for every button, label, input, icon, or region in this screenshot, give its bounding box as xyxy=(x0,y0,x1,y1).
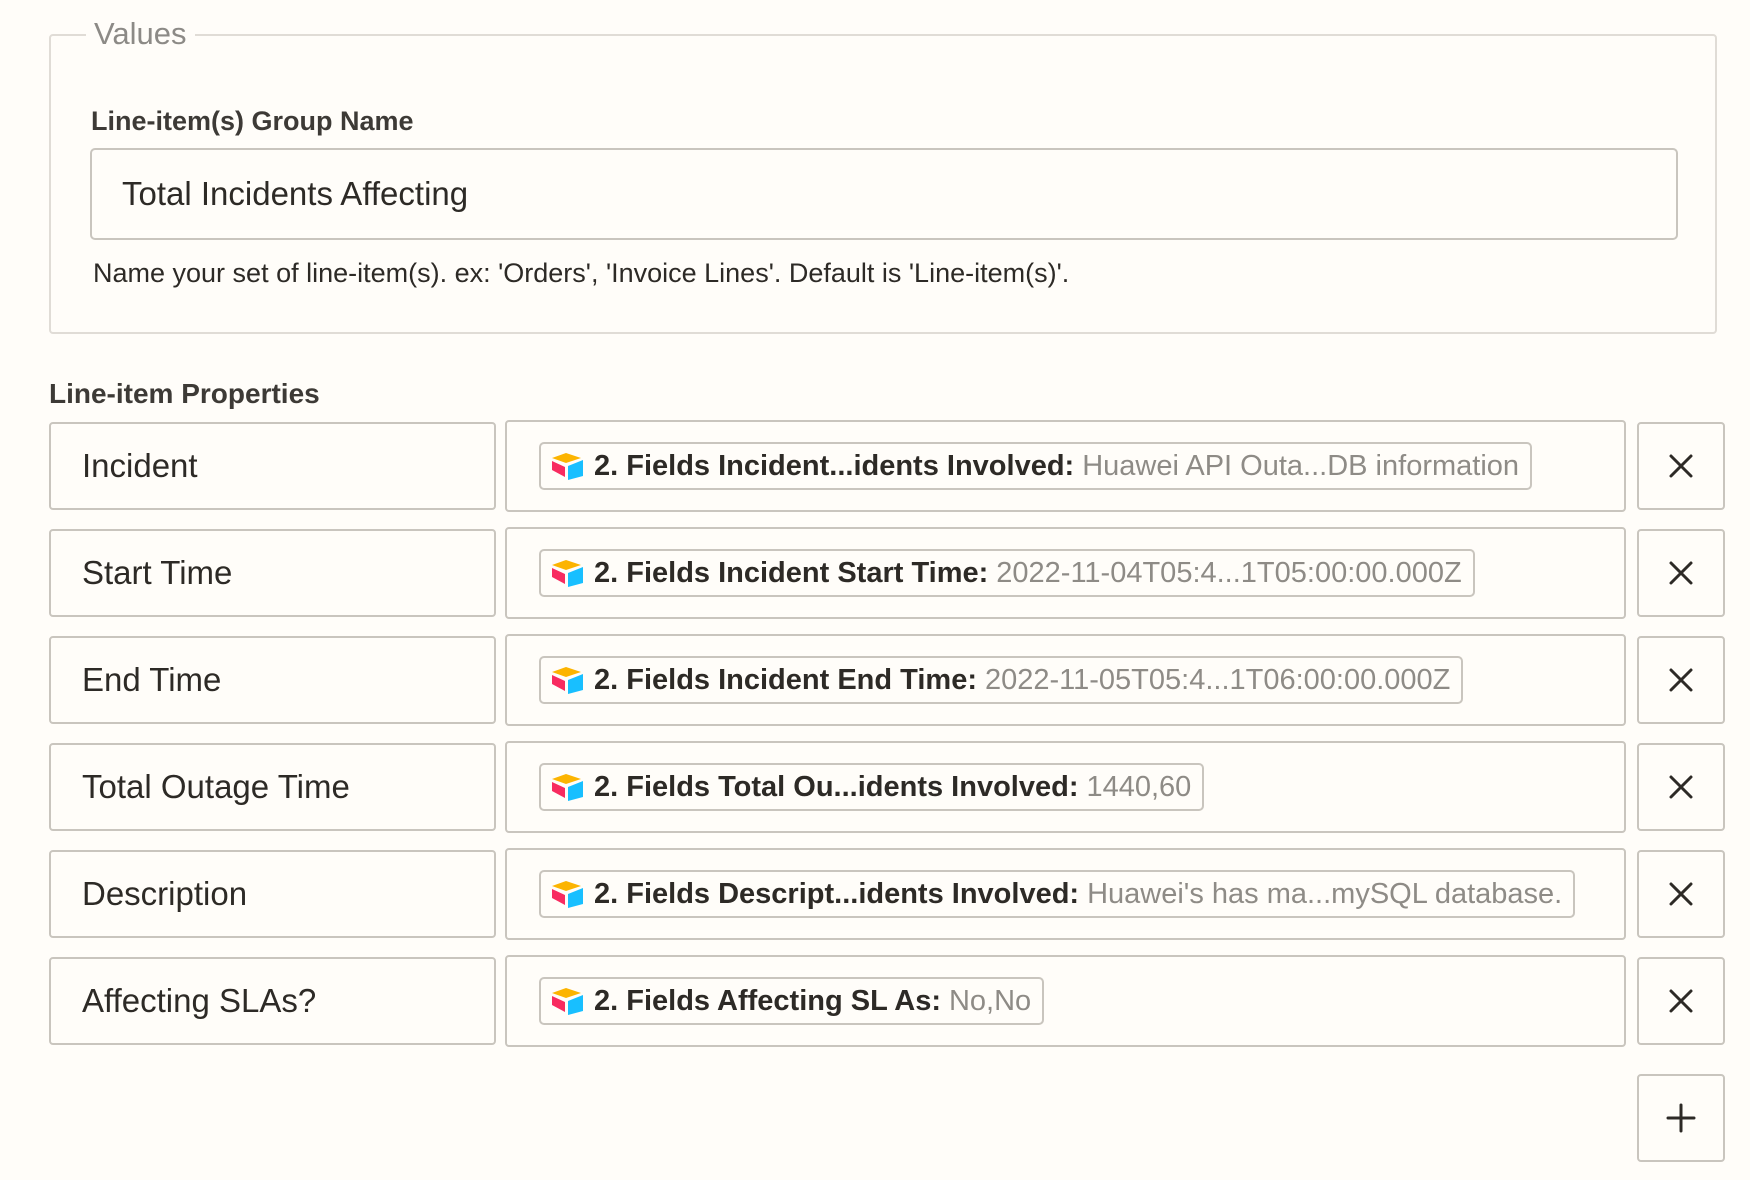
delete-row-button[interactable] xyxy=(1637,636,1725,724)
group-name-label: Line-item(s) Group Name xyxy=(91,106,414,136)
close-icon xyxy=(1669,454,1693,478)
pill-sample-value: 2022-11-05T05:4...1T06:00:00.000Z xyxy=(984,663,1451,696)
group-name-input[interactable]: Total Incidents Affecting xyxy=(90,148,1678,240)
airtable-app-icon xyxy=(552,453,583,480)
close-icon xyxy=(1669,882,1693,906)
property-key-input[interactable]: Incident xyxy=(49,422,496,510)
mapped-field-pill[interactable]: 2. Fields Descript...idents Involved: Hu… xyxy=(539,870,1576,918)
plus-icon xyxy=(1666,1103,1696,1133)
delete-row-button[interactable] xyxy=(1637,743,1725,831)
mapped-field-pill[interactable]: 2. Fields Affecting SL As: No,No xyxy=(539,977,1045,1025)
group-name-help-text: Name your set of line-item(s). ex: 'Orde… xyxy=(93,258,1070,288)
delete-row-button[interactable] xyxy=(1637,529,1725,617)
property-value-field[interactable]: 2. Fields Incident...idents Involved: Hu… xyxy=(505,420,1626,512)
pill-field-label: 2. Fields Incident End Time: xyxy=(594,663,977,696)
mapped-field-pill[interactable]: 2. Fields Total Ou...idents Involved: 14… xyxy=(539,763,1205,811)
pill-sample-value: Huawei's has ma...mySQL database. xyxy=(1087,877,1563,910)
property-key-input[interactable]: Start Time xyxy=(49,529,496,617)
delete-row-button[interactable] xyxy=(1637,850,1725,938)
pill-sample-value: No,No xyxy=(948,984,1032,1017)
property-row: Affecting SLAs? 2. Fields Affecting SL A… xyxy=(49,955,1725,1047)
pill-field-label: 2. Fields Descript...idents Involved: xyxy=(594,877,1080,910)
add-row-button[interactable] xyxy=(1637,1074,1725,1162)
property-key-input[interactable]: End Time xyxy=(49,636,496,724)
property-value-field[interactable]: 2. Fields Descript...idents Involved: Hu… xyxy=(505,848,1626,940)
delete-row-button[interactable] xyxy=(1637,422,1725,510)
airtable-app-icon xyxy=(552,881,583,908)
property-row: Start Time 2. Fields Incident Start Time… xyxy=(49,527,1725,619)
property-key-input[interactable]: Description xyxy=(49,850,496,938)
property-row: Incident 2. Fields Incident...idents Inv… xyxy=(49,420,1725,512)
property-row: End Time 2. Fields Incident End Time: 20… xyxy=(49,634,1725,726)
property-value-field[interactable]: 2. Fields Incident Start Time: 2022-11-0… xyxy=(505,527,1626,619)
airtable-app-icon xyxy=(552,560,583,587)
property-value-field[interactable]: 2. Fields Incident End Time: 2022-11-05T… xyxy=(505,634,1626,726)
pill-field-label: 2. Fields Affecting SL As: xyxy=(594,984,941,1017)
property-value-field[interactable]: 2. Fields Total Ou...idents Involved: 14… xyxy=(505,741,1626,833)
property-value-field[interactable]: 2. Fields Affecting SL As: No,No xyxy=(505,955,1626,1047)
mapped-field-pill[interactable]: 2. Fields Incident End Time: 2022-11-05T… xyxy=(539,656,1464,704)
airtable-app-icon xyxy=(552,988,583,1015)
delete-row-button[interactable] xyxy=(1637,957,1725,1045)
close-icon xyxy=(1669,561,1693,585)
mapped-field-pill[interactable]: 2. Fields Incident Start Time: 2022-11-0… xyxy=(539,549,1475,597)
pill-sample-value: 2022-11-04T05:4...1T05:00:00.000Z xyxy=(996,556,1462,589)
property-row: Description 2. Fields Descript...idents … xyxy=(49,848,1725,940)
close-icon xyxy=(1669,668,1693,692)
pill-sample-value: Huawei API Outa...DB information xyxy=(1082,449,1520,482)
property-key-input[interactable]: Affecting SLAs? xyxy=(49,957,496,1045)
line-items-editor: Values Line-item(s) Group Name Total Inc… xyxy=(0,0,1750,1180)
mapped-field-pill[interactable]: 2. Fields Incident...idents Involved: Hu… xyxy=(539,442,1533,490)
property-key-input[interactable]: Total Outage Time xyxy=(49,743,496,831)
close-icon xyxy=(1669,775,1693,799)
pill-sample-value: 1440,60 xyxy=(1086,770,1192,803)
pill-field-label: 2. Fields Total Ou...idents Involved: xyxy=(594,770,1079,803)
property-row: Total Outage Time 2. Fields Total Ou...i… xyxy=(49,741,1725,833)
airtable-app-icon xyxy=(552,774,583,801)
close-icon xyxy=(1669,989,1693,1013)
pill-field-label: 2. Fields Incident...idents Involved: xyxy=(594,449,1075,482)
line-item-properties-title: Line-item Properties xyxy=(49,378,320,409)
airtable-app-icon xyxy=(552,667,583,694)
values-fieldset: Values Line-item(s) Group Name Total Inc… xyxy=(49,16,1717,334)
values-legend: Values xyxy=(86,16,195,52)
pill-field-label: 2. Fields Incident Start Time: xyxy=(594,556,989,589)
